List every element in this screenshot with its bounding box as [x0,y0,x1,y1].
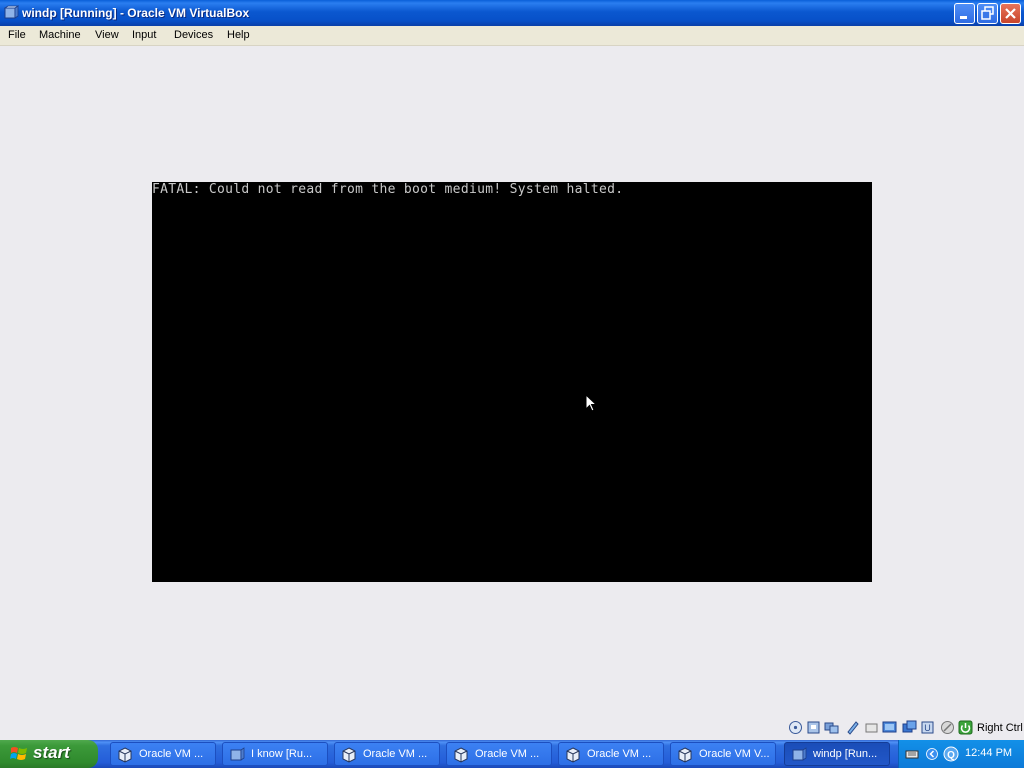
optical-drive-icon[interactable] [806,720,821,735]
usb-icon[interactable] [864,720,879,735]
menu-machine[interactable]: Machine [39,29,81,41]
menu-file[interactable]: File [8,29,26,41]
taskbar-item-label: Oracle VM ... [587,748,652,760]
start-label: start [33,743,70,762]
close-button[interactable] [1000,3,1021,24]
virtualbox-icon [230,747,245,761]
vm-status-bar: U Right Ctrl [0,716,1024,740]
menu-help[interactable]: Help [227,29,250,41]
host-key-label: Right Ctrl [977,722,1023,734]
windows-taskbar: start Oracle VM ... I know [Ru... Oracle… [0,740,1024,768]
svg-text:U: U [924,723,931,733]
window-titlebar[interactable]: windp [Running] - Oracle VM VirtualBox [0,0,1024,26]
virtualbox-cube-icon [454,747,468,763]
windows-logo-icon [10,747,27,760]
taskbar-item[interactable]: Oracle VM ... [558,742,664,766]
network-icon[interactable] [845,720,860,735]
mouse-pointer-icon [585,394,597,412]
taskbar-item-label: I know [Ru... [251,748,313,760]
virtualbox-icon[interactable] [3,5,20,21]
taskbar-item-label: Oracle VM ... [139,748,204,760]
taskbar-item[interactable]: Oracle VM ... [334,742,440,766]
keyboard-icon[interactable] [905,747,919,761]
taskbar-item[interactable]: Oracle VM V... [670,742,776,766]
mouse-integration-icon[interactable] [958,720,973,735]
boot-error-message: FATAL: Could not read from the boot medi… [152,182,624,197]
restore-button[interactable] [977,3,998,24]
virtualization-icon[interactable] [940,720,955,735]
restore-icon [981,6,994,20]
hard-disk-icon[interactable] [788,720,803,735]
taskbar-item-label: windp [Run... [813,748,878,760]
menu-view[interactable]: View [95,29,119,41]
shared-folder-icon[interactable] [882,720,897,735]
chevron-left-icon[interactable] [926,747,938,761]
minimize-button[interactable] [954,3,975,24]
menu-input[interactable]: Input [132,29,156,41]
taskbar-item[interactable]: I know [Ru... [222,742,328,766]
window-title: windp [Running] - Oracle VM VirtualBox [22,6,250,20]
close-icon [1005,8,1016,19]
audio-icon[interactable] [824,720,839,735]
vm-screen[interactable]: FATAL: Could not read from the boot medi… [152,182,872,582]
minimize-icon [960,16,967,19]
menu-devices[interactable]: Devices [174,29,213,41]
system-tray: Q 12:44 PM [898,740,1024,768]
menu-bar: File Machine View Input Devices Help [0,26,1024,46]
display-icon[interactable] [902,720,917,735]
taskbar-item[interactable]: Oracle VM ... [110,742,216,766]
virtualbox-icon [792,747,807,761]
taskbar-item-label: Oracle VM ... [363,748,428,760]
virtualbox-cube-icon [678,747,692,763]
quicktime-icon[interactable]: Q [943,746,959,762]
taskbar-item-label: Oracle VM V... [699,748,770,760]
taskbar-item-active[interactable]: windp [Run... [784,742,890,766]
clock[interactable]: 12:44 PM [965,747,1012,759]
taskbar-item[interactable]: Oracle VM ... [446,742,552,766]
taskbar-item-label: Oracle VM ... [475,748,540,760]
video-capture-icon[interactable]: U [920,720,935,735]
virtualbox-cube-icon [118,747,132,763]
virtualbox-cube-icon [566,747,580,763]
svg-text:Q: Q [947,750,955,761]
start-button[interactable]: start [0,740,98,768]
virtualbox-cube-icon [342,747,356,763]
